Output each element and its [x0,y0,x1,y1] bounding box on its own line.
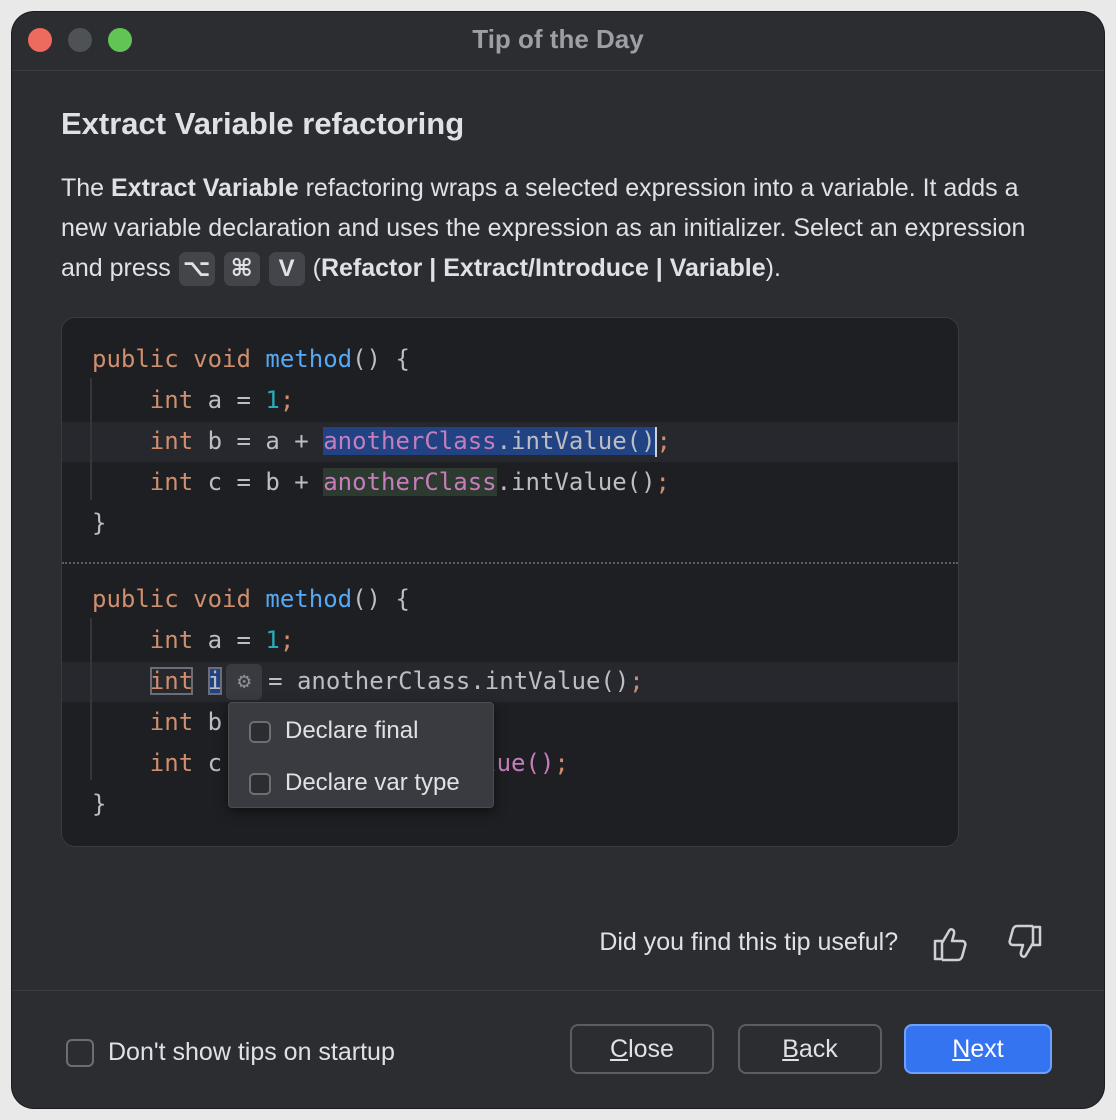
declare-final-option[interactable]: Declare final [249,711,418,751]
thumbs-up-icon[interactable] [931,923,971,963]
code-line: public void method() { [92,345,410,373]
next-button[interactable]: Next [904,1024,1052,1074]
code-line-selected: int b = a + anotherClass.intValue(); [149,427,671,457]
code-line: int c = b + anotherClass.intValue(); [149,468,670,496]
tip-of-the-day-dialog: Tip of the Day Extract Variable refactor… [12,12,1104,1108]
thumbs-down-icon[interactable] [1004,923,1044,963]
desc-bold-text: Extract Variable [111,174,299,202]
dont-show-tips-checkbox[interactable] [66,1039,94,1068]
menu-path: Refactor | Extract/Introduce | Variable [320,254,766,282]
gear-icon[interactable]: ⚙ [226,664,263,700]
code-line: int a = 1; [149,386,295,414]
extract-options-popup: Declare final Declare var type [228,702,494,808]
type-template-box[interactable]: int [149,667,194,695]
option-label: Declare final [285,717,419,744]
code-line: int a = 1; [149,626,295,654]
declare-var-type-checkbox[interactable] [249,772,271,795]
feedback-question: Did you find this tip useful? [599,928,899,956]
dont-show-tips-label: Don't show tips on startup [108,1038,395,1066]
code-line-extracted: int i ⚙ = anotherClass.intValue(); [92,661,644,701]
declare-final-checkbox[interactable] [249,720,271,743]
dont-show-tips-option[interactable]: Don't show tips on startup [66,1032,395,1072]
option-label: Declare var type [285,769,460,796]
declare-var-type-option[interactable]: Declare var type [249,763,460,803]
desc-text: ( [312,254,321,282]
v-key: V [268,252,305,287]
title-bar: Tip of the Day [12,12,1104,71]
back-button[interactable]: Back [738,1024,882,1074]
close-button[interactable]: Close [570,1024,714,1074]
code-line: } [92,790,107,818]
before-after-divider [62,562,958,564]
code-example: public void method() { int a = 1; int b … [61,317,959,847]
desc-text: The [61,174,112,202]
tip-feedback: Did you find this tip useful? [599,920,1044,964]
code-line: } [92,509,107,537]
tip-description: The Extract Variable refactoring wraps a… [61,168,1051,288]
code-line: public void method() { [92,585,410,613]
code-line: int b [149,708,223,736]
footer-separator [12,990,1104,991]
variable-name-box[interactable]: i [207,667,223,695]
desc-text: ). [765,254,781,282]
tip-heading: Extract Variable refactoring [61,106,465,141]
option-key: ⌥ [178,252,215,287]
window-title: Tip of the Day [472,24,644,54]
command-key: ⌘ [223,252,260,287]
